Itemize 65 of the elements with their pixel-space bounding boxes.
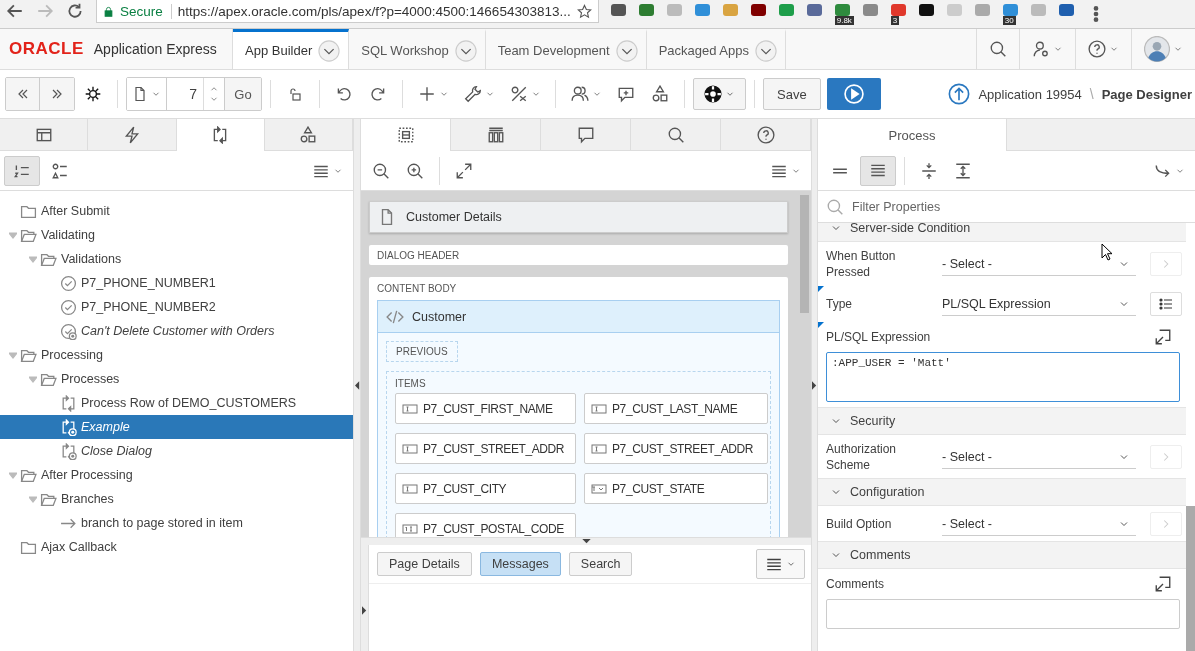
product-name: Application Express: [93, 41, 217, 57]
tree-item[interactable]: branch to page stored in item: [0, 511, 353, 535]
section-header[interactable]: Security: [818, 407, 1186, 435]
page-item[interactable]: P7_CUST_STATE: [584, 473, 768, 504]
save-button[interactable]: Save: [763, 78, 821, 110]
tree-item[interactable]: Validating: [0, 223, 353, 247]
code-field[interactable]: :APP_USER = 'Matt': [826, 352, 1180, 402]
breadcrumb-separator: \: [1089, 86, 1094, 102]
tree-item[interactable]: After Processing: [0, 463, 353, 487]
url-text: https://apex.oracle.com/pls/apex/f?p=4000:4500:146654303813...: [177, 3, 571, 19]
tree-item[interactable]: Processing: [0, 343, 353, 367]
secure-label: Secure: [120, 3, 172, 19]
property-label: PL/SQL Expression: [826, 329, 932, 345]
panel-tab[interactable]: Messages: [479, 552, 561, 576]
tree-item[interactable]: Example: [0, 415, 353, 439]
address-bar[interactable]: Secure https://apex.oracle.com/pls/apex/f?p=4000:4500:146654303813...: [96, 0, 599, 23]
tree-item[interactable]: After Submit: [0, 199, 353, 223]
extension-badge: 9.8k: [834, 16, 854, 25]
section-header[interactable]: Comments: [818, 541, 1186, 569]
page-title: Page Designer: [1101, 86, 1192, 102]
tree-item[interactable]: P7_PHONE_NUMBER2: [0, 295, 353, 319]
property-label: When Button Pressed: [826, 248, 897, 280]
application-link[interactable]: Application 19954: [978, 86, 1082, 102]
panel-tab[interactable]: Process: [818, 119, 1007, 151]
nav-tab[interactable]: App Builder: [233, 29, 350, 69]
region-title: Customer: [412, 309, 467, 324]
property-label: Build Option: [826, 516, 893, 532]
tree-item[interactable]: Validations: [0, 247, 353, 271]
dialog-header-slot[interactable]: DIALOG HEADER: [369, 245, 788, 265]
extension-badge: 3: [890, 16, 900, 25]
tree-item[interactable]: Ajax Callback: [0, 535, 353, 559]
section-header[interactable]: Server-side Condition: [818, 223, 1186, 242]
property-label: Comments: [826, 576, 885, 592]
page-name: Customer Details: [406, 210, 502, 224]
slot-label: ITEMS: [395, 378, 427, 389]
section-header[interactable]: Configuration: [818, 478, 1186, 506]
tree-item[interactable]: Processes: [0, 367, 353, 391]
content-body-slot[interactable]: CONTENT BODY Customer PREVIOUS ITEMS P7_CUST_FIRST_NAME P7_CUST_LAST_NAME P7_CUST_STREET_ADDR P7_CUST_STREET_ADDR P7_CUST_CITY P7_CUST_STATE P7_CUST_POSTAL_CODE: [369, 277, 788, 537]
button-position[interactable]: PREVIOUS: [386, 341, 458, 362]
tree-item[interactable]: P7_PHONE_NUMBER1: [0, 271, 353, 295]
nav-tab[interactable]: Packaged Apps: [646, 29, 786, 69]
select-field[interactable]: - Select -: [942, 445, 1136, 469]
extension-badge: 30: [1002, 16, 1016, 25]
slot-label: CONTENT BODY: [377, 283, 458, 294]
tree-item[interactable]: Close Dialog: [0, 439, 353, 463]
tree-item[interactable]: Branches: [0, 487, 353, 511]
page-item[interactable]: P7_CUST_LAST_NAME: [584, 393, 768, 424]
page-item[interactable]: P7_CUST_STREET_ADDR: [584, 433, 768, 464]
select-field[interactable]: PL/SQL Expression: [942, 292, 1136, 316]
nav-tab[interactable]: Team Development: [485, 29, 647, 69]
select-field[interactable]: - Select -: [942, 512, 1136, 536]
page-item[interactable]: P7_CUST_POSTAL_CODE: [395, 513, 576, 537]
oracle-logo[interactable]: ORACLE: [9, 39, 84, 59]
panel-tab[interactable]: Search: [568, 552, 633, 576]
page-item[interactable]: P7_CUST_CITY: [395, 473, 576, 504]
page-item[interactable]: P7_CUST_FIRST_NAME: [395, 393, 576, 424]
tree-item[interactable]: Can't Delete Customer with Orders: [0, 319, 353, 343]
panel-tab[interactable]: Page Details: [377, 552, 472, 576]
property-label: Authorization Scheme: [826, 441, 898, 473]
region-card[interactable]: Customer PREVIOUS ITEMS P7_CUST_FIRST_NAME P7_CUST_LAST_NAME P7_CUST_STREET_ADDR P7_CUST_STREET_ADDR P7_CUST_CITY P7_CUST_STATE P7_CUST_POSTAL_CODE: [377, 300, 780, 537]
property-label: Type: [826, 296, 853, 312]
nav-tab[interactable]: SQL Workshop: [349, 29, 486, 69]
page-card[interactable]: Customer Details: [369, 201, 788, 233]
tree-item[interactable]: Process Row of DEMO_CUSTOMERS: [0, 391, 353, 415]
page-item[interactable]: P7_CUST_STREET_ADDR: [395, 433, 576, 464]
